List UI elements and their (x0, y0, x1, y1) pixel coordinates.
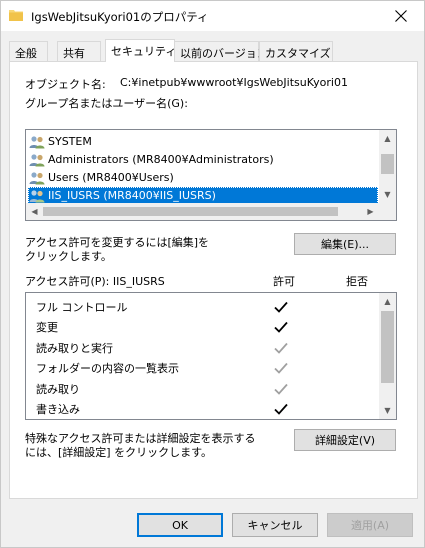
tab-label: 全般 (15, 47, 37, 60)
list-item-iis-iusrs[interactable]: IIS_IUSRS (MR8400¥IIS_IUSRS) (28, 187, 378, 204)
tab-label: カスタマイズ (265, 47, 331, 60)
tab-label: 共有 (63, 47, 85, 60)
check-icon (274, 301, 288, 313)
properties-dialog: IgsWebJitsuKyori01のプロパティ 全般 共有 セキュリティ 以前… (0, 0, 425, 548)
permission-row: 読み取りと実行 (36, 337, 391, 358)
scroll-thumb[interactable] (381, 311, 394, 383)
tab-customize[interactable]: カスタマイズ (259, 41, 333, 61)
users-listbox[interactable]: SYSTEM Administrators (MR8400¥Administra… (25, 129, 397, 221)
user-name: SYSTEM (48, 135, 92, 148)
list-item-system[interactable]: SYSTEM (28, 133, 378, 150)
user-group-icon (29, 153, 45, 166)
scroll-right-icon[interactable]: ▶ (362, 203, 379, 220)
check-icon (274, 403, 288, 415)
groups-label: グループ名またはユーザー名(G): (25, 97, 188, 110)
object-name-label: オブジェクト名: (25, 78, 106, 91)
title-bar: IgsWebJitsuKyori01のプロパティ (1, 1, 424, 31)
user-name: Users (MR8400¥Users) (48, 171, 174, 184)
tab-general[interactable]: 全般 (9, 41, 48, 61)
permission-row: 読み取り (36, 378, 391, 399)
scroll-corner (379, 203, 396, 220)
user-name: IIS_IUSRS (MR8400¥IIS_IUSRS) (48, 189, 216, 202)
apply-button[interactable]: 適用(A) (327, 513, 413, 537)
edit-hint-line2: クリックします。 (25, 250, 112, 263)
user-name: Administrators (MR8400¥Administrators) (48, 153, 274, 166)
user-group-icon (29, 135, 45, 148)
permission-row: フル コントロール (36, 296, 391, 317)
check-icon (274, 321, 288, 333)
permissions-header-label: アクセス許可(P): IIS_IUSRS (25, 275, 165, 288)
tab-strip: 全般 共有 セキュリティ 以前のバージョン カスタマイズ (9, 39, 419, 62)
scroll-up-icon[interactable]: ▲ (379, 130, 396, 147)
allow-column-header: 許可 (273, 275, 295, 288)
permission-label: 読み取り (36, 382, 80, 396)
ok-button[interactable]: OK (137, 513, 223, 537)
scroll-left-icon[interactable]: ◀ (26, 203, 43, 220)
tab-label: セキュリティ (111, 45, 177, 58)
scroll-up-icon[interactable]: ▲ (379, 293, 396, 310)
tab-sharing[interactable]: 共有 (57, 41, 101, 61)
security-panel: オブジェクト名: C:¥inetpub¥wwwroot¥IgsWebJitsuK… (9, 61, 418, 499)
users-vertical-scrollbar[interactable]: ▲ ▼ (379, 130, 396, 203)
close-button[interactable] (378, 1, 424, 31)
folder-icon (9, 9, 23, 21)
check-icon (274, 342, 288, 354)
permission-label: フォルダーの内容の一覧表示 (36, 362, 179, 375)
tab-label: 以前のバージョン (180, 47, 268, 60)
permissions-list: フル コントロール 変更 読み取りと実行 フォルダーの内容の一覧表示 読み取り 書き込み … (25, 292, 397, 420)
scroll-down-icon[interactable]: ▼ (379, 402, 396, 419)
tab-security[interactable]: セキュリティ (105, 39, 177, 62)
scroll-thumb[interactable] (381, 154, 394, 174)
close-icon (395, 10, 407, 22)
permissions-vertical-scrollbar[interactable]: ▲ ▼ (379, 293, 396, 419)
permission-row: 変更 (36, 317, 391, 338)
advanced-button[interactable]: 詳細設定(V) (294, 429, 396, 451)
permission-label: 読み取りと実行 (36, 341, 113, 355)
object-name-value: C:¥inetpub¥wwwroot¥IgsWebJitsuKyori01 (120, 76, 348, 89)
permission-label: フル コントロール (36, 300, 128, 314)
user-group-icon (29, 171, 45, 184)
permission-row: 書き込み (36, 399, 391, 420)
check-icon (274, 362, 288, 374)
window-title: IgsWebJitsuKyori01のプロパティ (31, 10, 209, 24)
user-group-icon (29, 189, 45, 202)
permission-label: 書き込み (36, 403, 80, 416)
advanced-hint-line2: には、[詳細設定] をクリックします。 (25, 446, 212, 459)
scroll-thumb[interactable] (43, 207, 338, 216)
tab-previous-versions[interactable]: 以前のバージョン (174, 41, 268, 61)
list-item-administrators[interactable]: Administrators (MR8400¥Administrators) (28, 151, 378, 168)
edit-button[interactable]: 編集(E)... (294, 233, 396, 255)
permission-label: 変更 (36, 321, 58, 334)
list-item-users[interactable]: Users (MR8400¥Users) (28, 169, 378, 186)
scroll-down-icon[interactable]: ▼ (379, 186, 396, 203)
users-horizontal-scrollbar[interactable]: ◀ ▶ (26, 203, 379, 220)
cancel-button[interactable]: キャンセル (232, 513, 318, 537)
deny-column-header: 拒否 (346, 275, 368, 288)
check-icon (274, 383, 288, 395)
permission-row: フォルダーの内容の一覧表示 (36, 358, 391, 379)
